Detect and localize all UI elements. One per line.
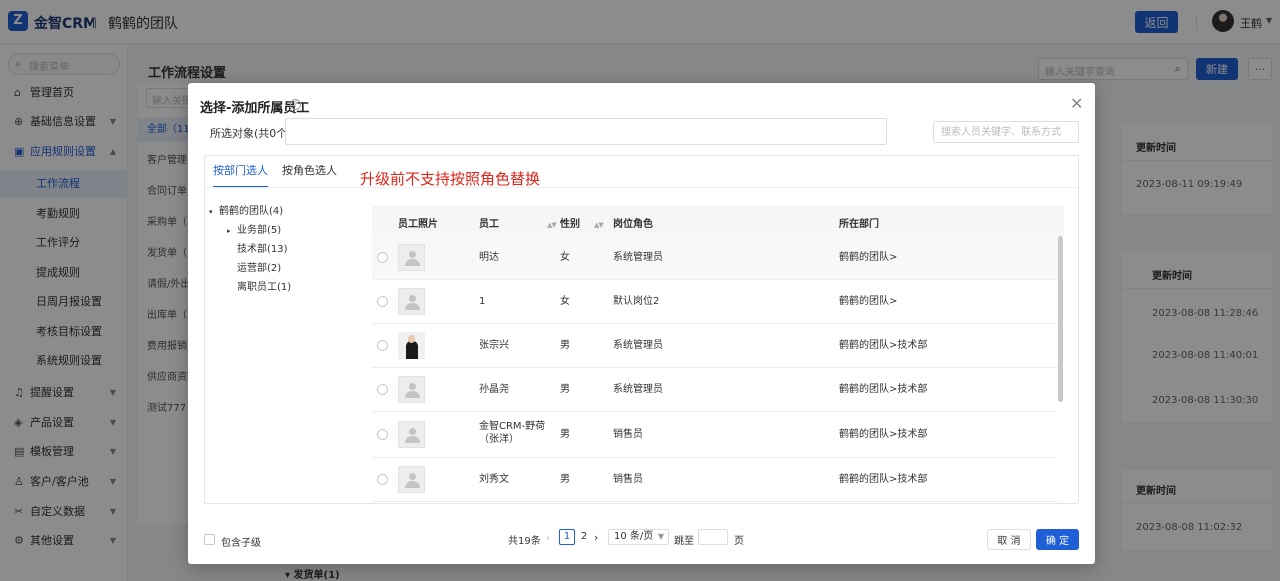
- tree-node-business[interactable]: ▸ 业务部(5): [227, 221, 281, 236]
- column-header-department: 所在部门: [839, 219, 879, 230]
- row-radio[interactable]: [377, 429, 388, 440]
- table-scrollbar[interactable]: [1058, 236, 1063, 402]
- employee-dept: 鹤鹤的团队>技术部: [839, 384, 928, 395]
- table-row[interactable]: 1 女 默认岗位2 鹤鹤的团队>: [372, 280, 1058, 324]
- employee-name: 金智CRM-野荷 （张洋）: [479, 421, 546, 445]
- row-radio[interactable]: [377, 474, 388, 485]
- row-radio[interactable]: [377, 252, 388, 263]
- tree-node-team[interactable]: ▾ 鹤鹤的团队(4): [209, 202, 283, 217]
- chevron-left-icon[interactable]: ‹: [546, 531, 550, 544]
- employee-dept: 鹤鹤的团队>技术部: [839, 474, 928, 485]
- employee-name: 张宗兴: [479, 340, 509, 351]
- row-radio[interactable]: [377, 340, 388, 351]
- employee-gender: 男: [560, 474, 570, 485]
- cancel-button[interactable]: 取 消: [987, 529, 1031, 550]
- page-number-current[interactable]: 1: [559, 529, 575, 545]
- employee-name: 孙晶尧: [479, 384, 509, 395]
- employee-gender: 女: [560, 252, 570, 263]
- employee-dept: 鹤鹤的团队>: [839, 296, 898, 307]
- employee-photo: [398, 332, 425, 359]
- employee-table: 员工照片 员工 ▲▼ 性别 ▲▼ 岗位角色 所在部门 明达 女 系统管理员 鹤鹤的团…: [372, 206, 1064, 504]
- sort-icon[interactable]: ▲▼: [547, 221, 557, 229]
- employee-role: 系统管理员: [613, 384, 663, 395]
- column-header-label: 员工: [479, 219, 499, 230]
- caret-right-icon[interactable]: ▸: [227, 227, 237, 235]
- employee-name: 刘秀文: [479, 474, 509, 485]
- employee-gender: 男: [560, 384, 570, 395]
- employee-role: 系统管理员: [613, 340, 663, 351]
- caret-down-icon[interactable]: ▾: [209, 208, 219, 216]
- employee-photo-placeholder: [398, 466, 425, 493]
- employee-dept: 鹤鹤的团队>: [839, 252, 898, 263]
- employee-name: 1: [479, 296, 486, 307]
- help-icon[interactable]: ?: [290, 99, 301, 110]
- column-header-employee[interactable]: 员工 ▲▼: [479, 215, 557, 230]
- employee-role: 销售员: [613, 429, 643, 440]
- table-row[interactable]: 孙晶尧 男 系统管理员 鹤鹤的团队>技术部: [372, 368, 1058, 412]
- row-radio[interactable]: [377, 296, 388, 307]
- tree-node-label: 鹤鹤的团队(4): [219, 206, 284, 217]
- jump-label: 跳至: [674, 536, 694, 547]
- employee-search-input[interactable]: [933, 121, 1079, 143]
- page-size-select[interactable]: 10 条/页 ▼: [608, 529, 669, 545]
- tree-node-label: 业务部(5): [237, 225, 282, 236]
- employee-dept: 鹤鹤的团队>技术部: [839, 429, 928, 440]
- employee-role: 销售员: [613, 474, 643, 485]
- employee-photo-placeholder: [398, 421, 425, 448]
- employee-role: 默认岗位2: [613, 296, 660, 307]
- table-header: 员工照片 员工 ▲▼ 性别 ▲▼ 岗位角色 所在部门: [372, 206, 1064, 236]
- include-children-checkbox[interactable]: [204, 534, 215, 545]
- page-number[interactable]: 2: [576, 529, 592, 545]
- confirm-button[interactable]: 确 定: [1036, 529, 1079, 550]
- include-children-label[interactable]: 包含子级: [221, 534, 261, 549]
- page-size-value: 10 条/页: [614, 531, 654, 542]
- selected-objects-box[interactable]: [285, 118, 887, 145]
- select-employee-dialog: 选择-添加所属员工 ? ✕ 所选对象(共0个) 按部门选人 按角色选人 升级前不…: [188, 83, 1095, 564]
- employee-photo-placeholder: [398, 244, 425, 271]
- table-row[interactable]: 明达 女 系统管理员 鹤鹤的团队>: [372, 236, 1058, 280]
- close-icon[interactable]: ✕: [1070, 94, 1083, 113]
- table-row[interactable]: 张宗兴 男 系统管理员 鹤鹤的团队>技术部: [372, 324, 1058, 368]
- tree-node-ops[interactable]: 运营部(2): [237, 259, 281, 274]
- chevron-right-icon[interactable]: ›: [594, 531, 598, 544]
- page-label: 页: [734, 536, 744, 547]
- tab-by-role[interactable]: 按角色选人: [282, 164, 337, 188]
- employee-name: 明达: [479, 252, 499, 263]
- employee-dept: 鹤鹤的团队>技术部: [839, 340, 928, 351]
- pagination-total: 共19条: [508, 536, 541, 547]
- tree-node-tech[interactable]: 技术部(13): [237, 240, 288, 255]
- selection-panel: 按部门选人 按角色选人 升级前不支持按照角色替换 ▾ 鹤鹤的团队(4) ▸ 业务部(…: [204, 155, 1079, 504]
- row-radio[interactable]: [377, 384, 388, 395]
- column-header-role: 岗位角色: [613, 219, 653, 230]
- employee-gender: 男: [560, 340, 570, 351]
- employee-gender: 男: [560, 429, 570, 440]
- column-header-label: 性别: [560, 219, 580, 230]
- column-header-gender[interactable]: 性别 ▲▼: [560, 215, 604, 230]
- employee-photo-placeholder: [398, 288, 425, 315]
- divider: [205, 187, 1078, 188]
- jump-page-input[interactable]: [698, 529, 728, 545]
- employee-photo-placeholder: [398, 376, 425, 403]
- annotation-note: 升级前不支持按照角色替换: [360, 170, 541, 188]
- table-row[interactable]: 刘秀文 男 销售员 鹤鹤的团队>技术部: [372, 458, 1058, 502]
- sort-icon[interactable]: ▲▼: [594, 221, 604, 229]
- employee-gender: 女: [560, 296, 570, 307]
- selected-label: 所选对象(共0个): [210, 127, 292, 140]
- employee-role: 系统管理员: [613, 252, 663, 263]
- table-row[interactable]: 金智CRM-野荷 （张洋） 男 销售员 鹤鹤的团队>技术部: [372, 412, 1058, 458]
- tree-node-resigned[interactable]: 离职员工(1): [237, 278, 291, 293]
- column-header-photo: 员工照片: [398, 219, 438, 230]
- chevron-down-icon: ▼: [657, 532, 664, 541]
- tab-by-department[interactable]: 按部门选人: [213, 164, 268, 188]
